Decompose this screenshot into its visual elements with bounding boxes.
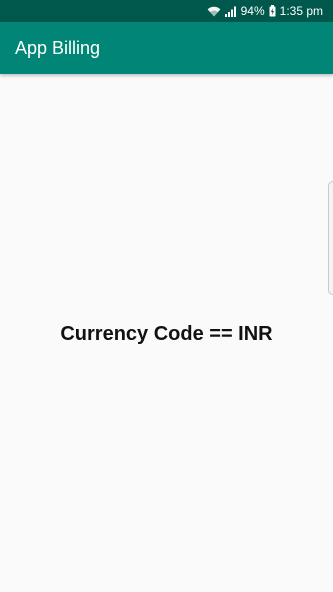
status-time: 1:35 pm xyxy=(279,4,323,18)
battery-icon xyxy=(269,5,276,17)
battery-percent: 94% xyxy=(240,4,265,18)
app-bar: App Billing xyxy=(0,22,333,74)
edge-panel-handle[interactable] xyxy=(328,181,333,295)
signal-icon xyxy=(224,6,237,17)
currency-code-text: Currency Code == INR xyxy=(60,322,273,345)
main-content: Currency Code == INR xyxy=(0,74,333,592)
status-bar: 94% 1:35 pm xyxy=(0,0,333,22)
app-title: App Billing xyxy=(15,37,101,58)
wifi-icon xyxy=(207,6,221,17)
